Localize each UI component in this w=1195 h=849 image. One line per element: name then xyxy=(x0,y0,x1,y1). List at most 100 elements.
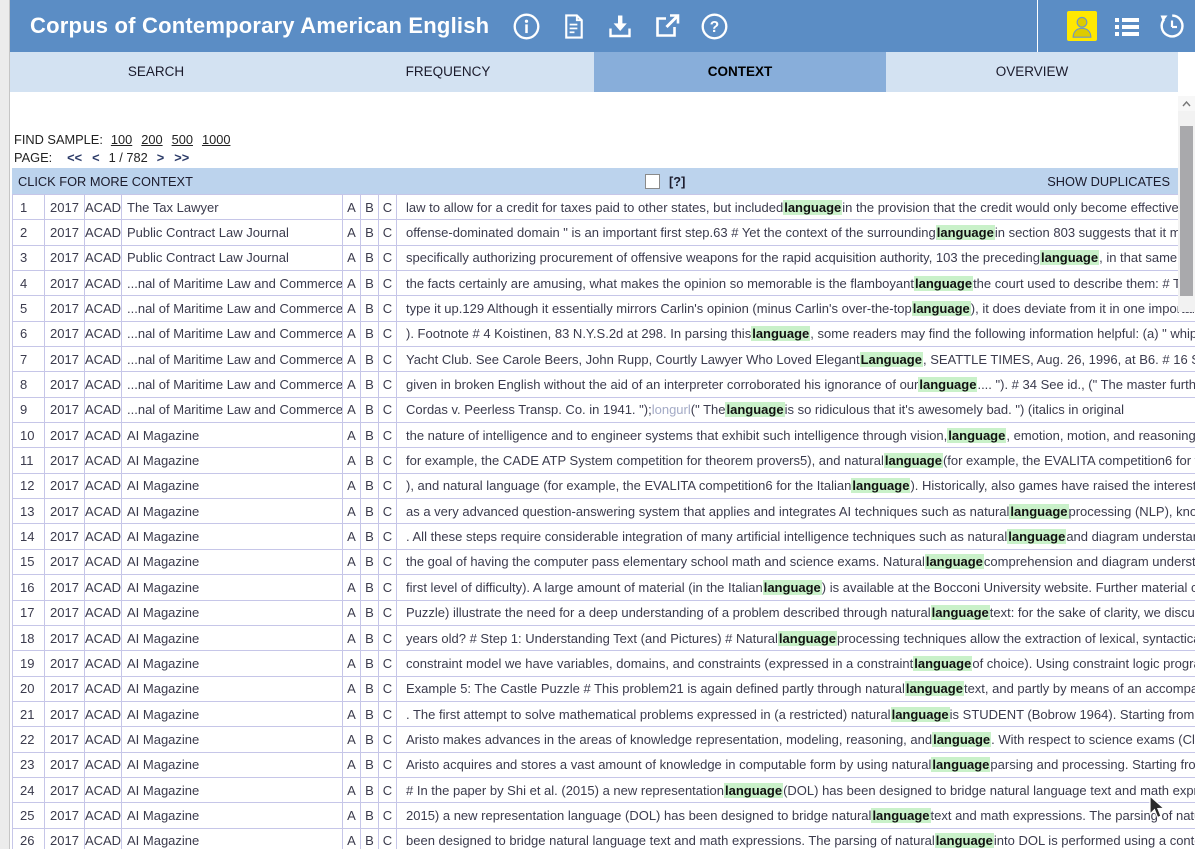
row-context-text[interactable]: years old? # Step 1: Understanding Text … xyxy=(397,626,1195,650)
row-context-text[interactable]: for example, the CADE ATP System competi… xyxy=(397,448,1195,472)
context-link-a[interactable]: A xyxy=(343,271,361,295)
context-link-b[interactable]: B xyxy=(361,575,379,599)
context-link-b[interactable]: B xyxy=(361,524,379,548)
context-link-a[interactable]: A xyxy=(343,347,361,371)
context-link-a[interactable]: A xyxy=(343,803,361,827)
context-link-b[interactable]: B xyxy=(361,246,379,270)
context-link-c[interactable]: C xyxy=(379,296,397,320)
row-source-link[interactable]: AI Magazine xyxy=(122,651,343,675)
row-source-link[interactable]: ...nal of Maritime Law and Commerce xyxy=(122,347,343,371)
duplicates-checkbox[interactable] xyxy=(645,174,660,189)
history-icon[interactable] xyxy=(1157,11,1187,41)
last-page-button[interactable]: >> xyxy=(174,150,189,165)
row-source-link[interactable]: AI Magazine xyxy=(122,778,343,802)
word-list-icon[interactable] xyxy=(1112,11,1142,41)
context-link-b[interactable]: B xyxy=(361,626,379,650)
row-context-text[interactable]: offense-dominated domain " is an importa… xyxy=(397,220,1195,244)
context-link-b[interactable]: B xyxy=(361,448,379,472)
row-source-link[interactable]: AI Magazine xyxy=(122,727,343,751)
row-source-link[interactable]: AI Magazine xyxy=(122,423,343,447)
row-context-text[interactable]: the goal of having the computer pass ele… xyxy=(397,550,1195,574)
row-source-link[interactable]: ...nal of Maritime Law and Commerce xyxy=(122,296,343,320)
row-source-link[interactable]: AI Magazine xyxy=(122,753,343,777)
row-context-text[interactable]: given in broken English without the aid … xyxy=(397,372,1195,396)
row-source-link[interactable]: ...nal of Maritime Law and Commerce xyxy=(122,372,343,396)
tab-context[interactable]: CONTEXT xyxy=(594,52,886,92)
context-link-b[interactable]: B xyxy=(361,220,379,244)
context-link-b[interactable]: B xyxy=(361,398,379,422)
context-link-a[interactable]: A xyxy=(343,651,361,675)
context-link-b[interactable]: B xyxy=(361,778,379,802)
context-link-a[interactable]: A xyxy=(343,398,361,422)
row-context-text[interactable]: been designed to bridge natural language… xyxy=(397,829,1195,849)
row-context-text[interactable]: . All these steps require considerable i… xyxy=(397,524,1195,548)
context-link-a[interactable]: A xyxy=(343,372,361,396)
context-link-c[interactable]: C xyxy=(379,322,397,346)
vertical-scrollbar[interactable] xyxy=(1178,96,1195,312)
help-badge[interactable]: [?] xyxy=(669,174,685,189)
row-context-text[interactable]: type it up.129 Although it essentially m… xyxy=(397,296,1195,320)
context-link-a[interactable]: A xyxy=(343,524,361,548)
context-link-b[interactable]: B xyxy=(361,499,379,523)
row-context-text[interactable]: constraint model we have variables, doma… xyxy=(397,651,1195,675)
row-context-text[interactable]: ), and natural language (for example, th… xyxy=(397,474,1195,498)
row-context-text[interactable]: ). Footnote # 4 Koistinen, 83 N.Y.S.2d a… xyxy=(397,322,1195,346)
scrollbar-up-button[interactable] xyxy=(1178,96,1195,111)
row-context-text[interactable]: Cordas v. Peerless Transp. Co. in 1941. … xyxy=(397,398,1195,422)
context-link-a[interactable]: A xyxy=(343,322,361,346)
context-link-c[interactable]: C xyxy=(379,398,397,422)
context-link-b[interactable]: B xyxy=(361,550,379,574)
context-link-b[interactable]: B xyxy=(361,727,379,751)
row-source-link[interactable]: AI Magazine xyxy=(122,803,343,827)
context-link-b[interactable]: B xyxy=(361,702,379,726)
context-link-a[interactable]: A xyxy=(343,829,361,849)
row-source-link[interactable]: ...nal of Maritime Law and Commerce xyxy=(122,398,343,422)
context-link-c[interactable]: C xyxy=(379,347,397,371)
context-link-a[interactable]: A xyxy=(343,246,361,270)
tab-frequency[interactable]: FREQUENCY xyxy=(302,52,594,92)
row-context-text[interactable]: Example 5: The Castle Puzzle # This prob… xyxy=(397,677,1195,701)
context-link-c[interactable]: C xyxy=(379,727,397,751)
row-context-text[interactable]: . The first attempt to solve mathematica… xyxy=(397,702,1195,726)
row-source-link[interactable]: Public Contract Law Journal xyxy=(122,220,343,244)
context-link-c[interactable]: C xyxy=(379,829,397,849)
context-link-b[interactable]: B xyxy=(361,753,379,777)
context-link-a[interactable]: A xyxy=(343,448,361,472)
context-link-a[interactable]: A xyxy=(343,220,361,244)
context-link-a[interactable]: A xyxy=(343,550,361,574)
context-link-c[interactable]: C xyxy=(379,575,397,599)
row-source-link[interactable]: ...nal of Maritime Law and Commerce xyxy=(122,322,343,346)
row-source-link[interactable]: AI Magazine xyxy=(122,677,343,701)
show-duplicates-label[interactable]: SHOW DUPLICATES xyxy=(1047,174,1170,189)
sample-200-link[interactable]: 200 xyxy=(141,132,162,147)
context-link-c[interactable]: C xyxy=(379,271,397,295)
row-context-text[interactable]: 2015) a new representation language (DOL… xyxy=(397,803,1195,827)
context-link-c[interactable]: C xyxy=(379,677,397,701)
context-link-a[interactable]: A xyxy=(343,423,361,447)
context-link-a[interactable]: A xyxy=(343,575,361,599)
row-context-text[interactable]: Aristo makes advances in the areas of kn… xyxy=(397,727,1195,751)
context-link-b[interactable]: B xyxy=(361,651,379,675)
row-context-text[interactable]: Yacht Club. See Carole Beers, John Rupp,… xyxy=(397,347,1195,371)
context-link-a[interactable]: A xyxy=(343,702,361,726)
context-link-b[interactable]: B xyxy=(361,803,379,827)
row-context-text[interactable]: the facts certainly are amusing, what ma… xyxy=(397,271,1195,295)
context-link-b[interactable]: B xyxy=(361,271,379,295)
row-context-text[interactable]: the nature of intelligence and to engine… xyxy=(397,423,1195,447)
info-icon[interactable] xyxy=(511,11,541,41)
context-link-c[interactable]: C xyxy=(379,499,397,523)
context-link-a[interactable]: A xyxy=(343,753,361,777)
sample-100-link[interactable]: 100 xyxy=(111,132,132,147)
context-link-c[interactable]: C xyxy=(379,651,397,675)
context-link-a[interactable]: A xyxy=(343,195,361,219)
context-link-c[interactable]: C xyxy=(379,803,397,827)
row-context-text[interactable]: law to allow for a credit for taxes paid… xyxy=(397,195,1195,219)
context-link-c[interactable]: C xyxy=(379,423,397,447)
context-link-c[interactable]: C xyxy=(379,448,397,472)
sample-1000-link[interactable]: 1000 xyxy=(202,132,230,147)
context-link-b[interactable]: B xyxy=(361,829,379,849)
context-link-c[interactable]: C xyxy=(379,524,397,548)
context-link-a[interactable]: A xyxy=(343,296,361,320)
context-link-c[interactable]: C xyxy=(379,474,397,498)
context-link-b[interactable]: B xyxy=(361,296,379,320)
